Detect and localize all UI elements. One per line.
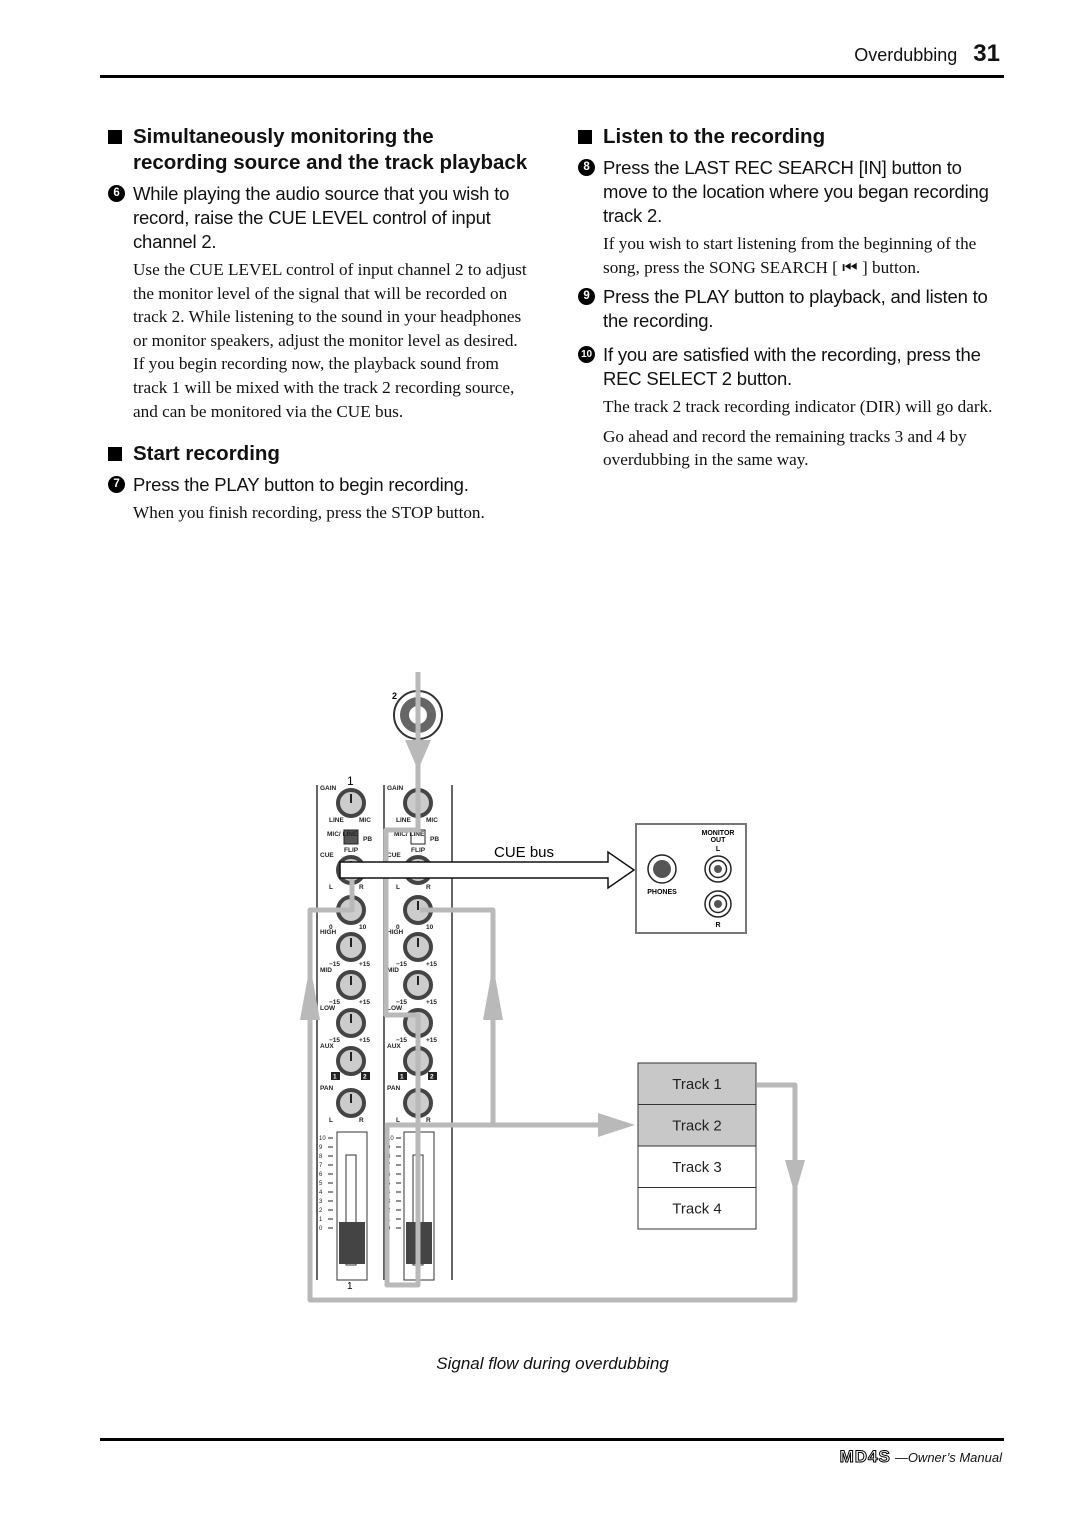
range-label: LINE [329,817,344,824]
fader-scale-tick: 1 [319,1217,323,1223]
range-label: MIC [359,817,371,824]
knob-label: HIGH [320,929,337,936]
aux-button-label: 1 [400,1074,404,1081]
channel-1-label: 1 [347,774,354,788]
knob-label: MID [387,967,399,974]
aux-button-label: 2 [430,1074,434,1081]
range-label: MIC [426,817,438,824]
fader-scale-tick: 10 [319,1136,326,1142]
range-label: R [359,884,364,891]
aux-button-label: 1 [333,1074,337,1081]
track-label: Track 3 [672,1159,721,1176]
mic-line-label: MIC/ LINE [327,831,358,838]
flip-label: FLIP [344,847,359,854]
range-label: +15 [426,1037,437,1044]
svg-text:L: L [716,846,721,853]
arrowhead-icon [405,740,431,770]
range-label: 10 [359,924,367,931]
knob-label: AUX [320,1043,334,1050]
range-label: 10 [426,924,434,931]
fader-scale-tick: 0 [319,1226,323,1232]
range-label: +15 [359,961,370,968]
svg-text:PHONES: PHONES [647,889,677,896]
arrowhead-icon [483,965,503,1020]
pb-label: PB [430,836,439,843]
track-label: Track 4 [672,1201,721,1218]
knob-label: GAIN [387,785,404,792]
monitor-output-panel: MONITOR OUT L R PHONES [635,823,747,934]
svg-text:R: R [715,922,720,929]
manual-title: —Owner’s Manual [894,1450,1002,1465]
range-label: L [329,884,333,891]
svg-text:2: 2 [392,691,397,701]
footer: MD4S —Owner’s Manual [839,1447,1002,1467]
fader-scale-tick: 7 [319,1163,323,1169]
svg-text:OUT: OUT [711,837,727,844]
knob-label: PAN [387,1085,401,1092]
fader-scale-tick: 9 [319,1145,323,1151]
flip-label: FLIP [411,847,426,854]
fader-scale-tick: 3 [319,1199,323,1205]
knob-label: PAN [320,1085,334,1092]
aux-button-label: 2 [363,1074,367,1081]
fader-scale-tick: 6 [319,1172,323,1178]
range-label: +15 [426,961,437,968]
knob-label: LOW [320,1005,336,1012]
pb-label: PB [363,836,372,843]
fader-scale-tick: 4 [319,1190,323,1196]
range-label: +15 [359,999,370,1006]
knob-label: CUE [387,852,401,859]
knob-label: HIGH [387,929,404,936]
fader-scale-tick: 5 [319,1181,323,1187]
range-label: L [329,1117,333,1124]
figure-caption: Signal flow during overdubbing [436,1354,669,1373]
range-label: +15 [359,1037,370,1044]
svg-text:MONITOR: MONITOR [702,830,735,837]
knob-label: AUX [387,1043,401,1050]
fader-scale-tick: 2 [319,1208,323,1214]
cue-bus-label: CUE bus [494,844,554,861]
signal-flow-diagram: GAINLINE MICCUEL R0 10HIGH−15 +15MID−15 +15LO… [300,672,805,1303]
track-label: Track 2 [672,1118,721,1135]
fader-scale-tick: 8 [319,1154,323,1160]
knob-label: CUE [320,852,334,859]
range-label: R [359,1117,364,1124]
knob-label: LOW [387,1005,403,1012]
range-label: LINE [396,817,411,824]
arrowhead-icon [785,1160,805,1195]
channel-1-bottom-label: 1 [347,1281,353,1292]
footer-rule [100,1438,1004,1441]
range-label: L [396,884,400,891]
track-list: Track 1 Track 2 Track 3 Track 4 [637,1062,757,1230]
knob-label: GAIN [320,785,337,792]
knob-label: MID [320,967,332,974]
md4s-logo: MD4S [839,1447,891,1467]
track-label: Track 1 [672,1076,721,1093]
range-label: R [426,884,431,891]
arrowhead-icon [598,1113,635,1137]
range-label: +15 [426,999,437,1006]
